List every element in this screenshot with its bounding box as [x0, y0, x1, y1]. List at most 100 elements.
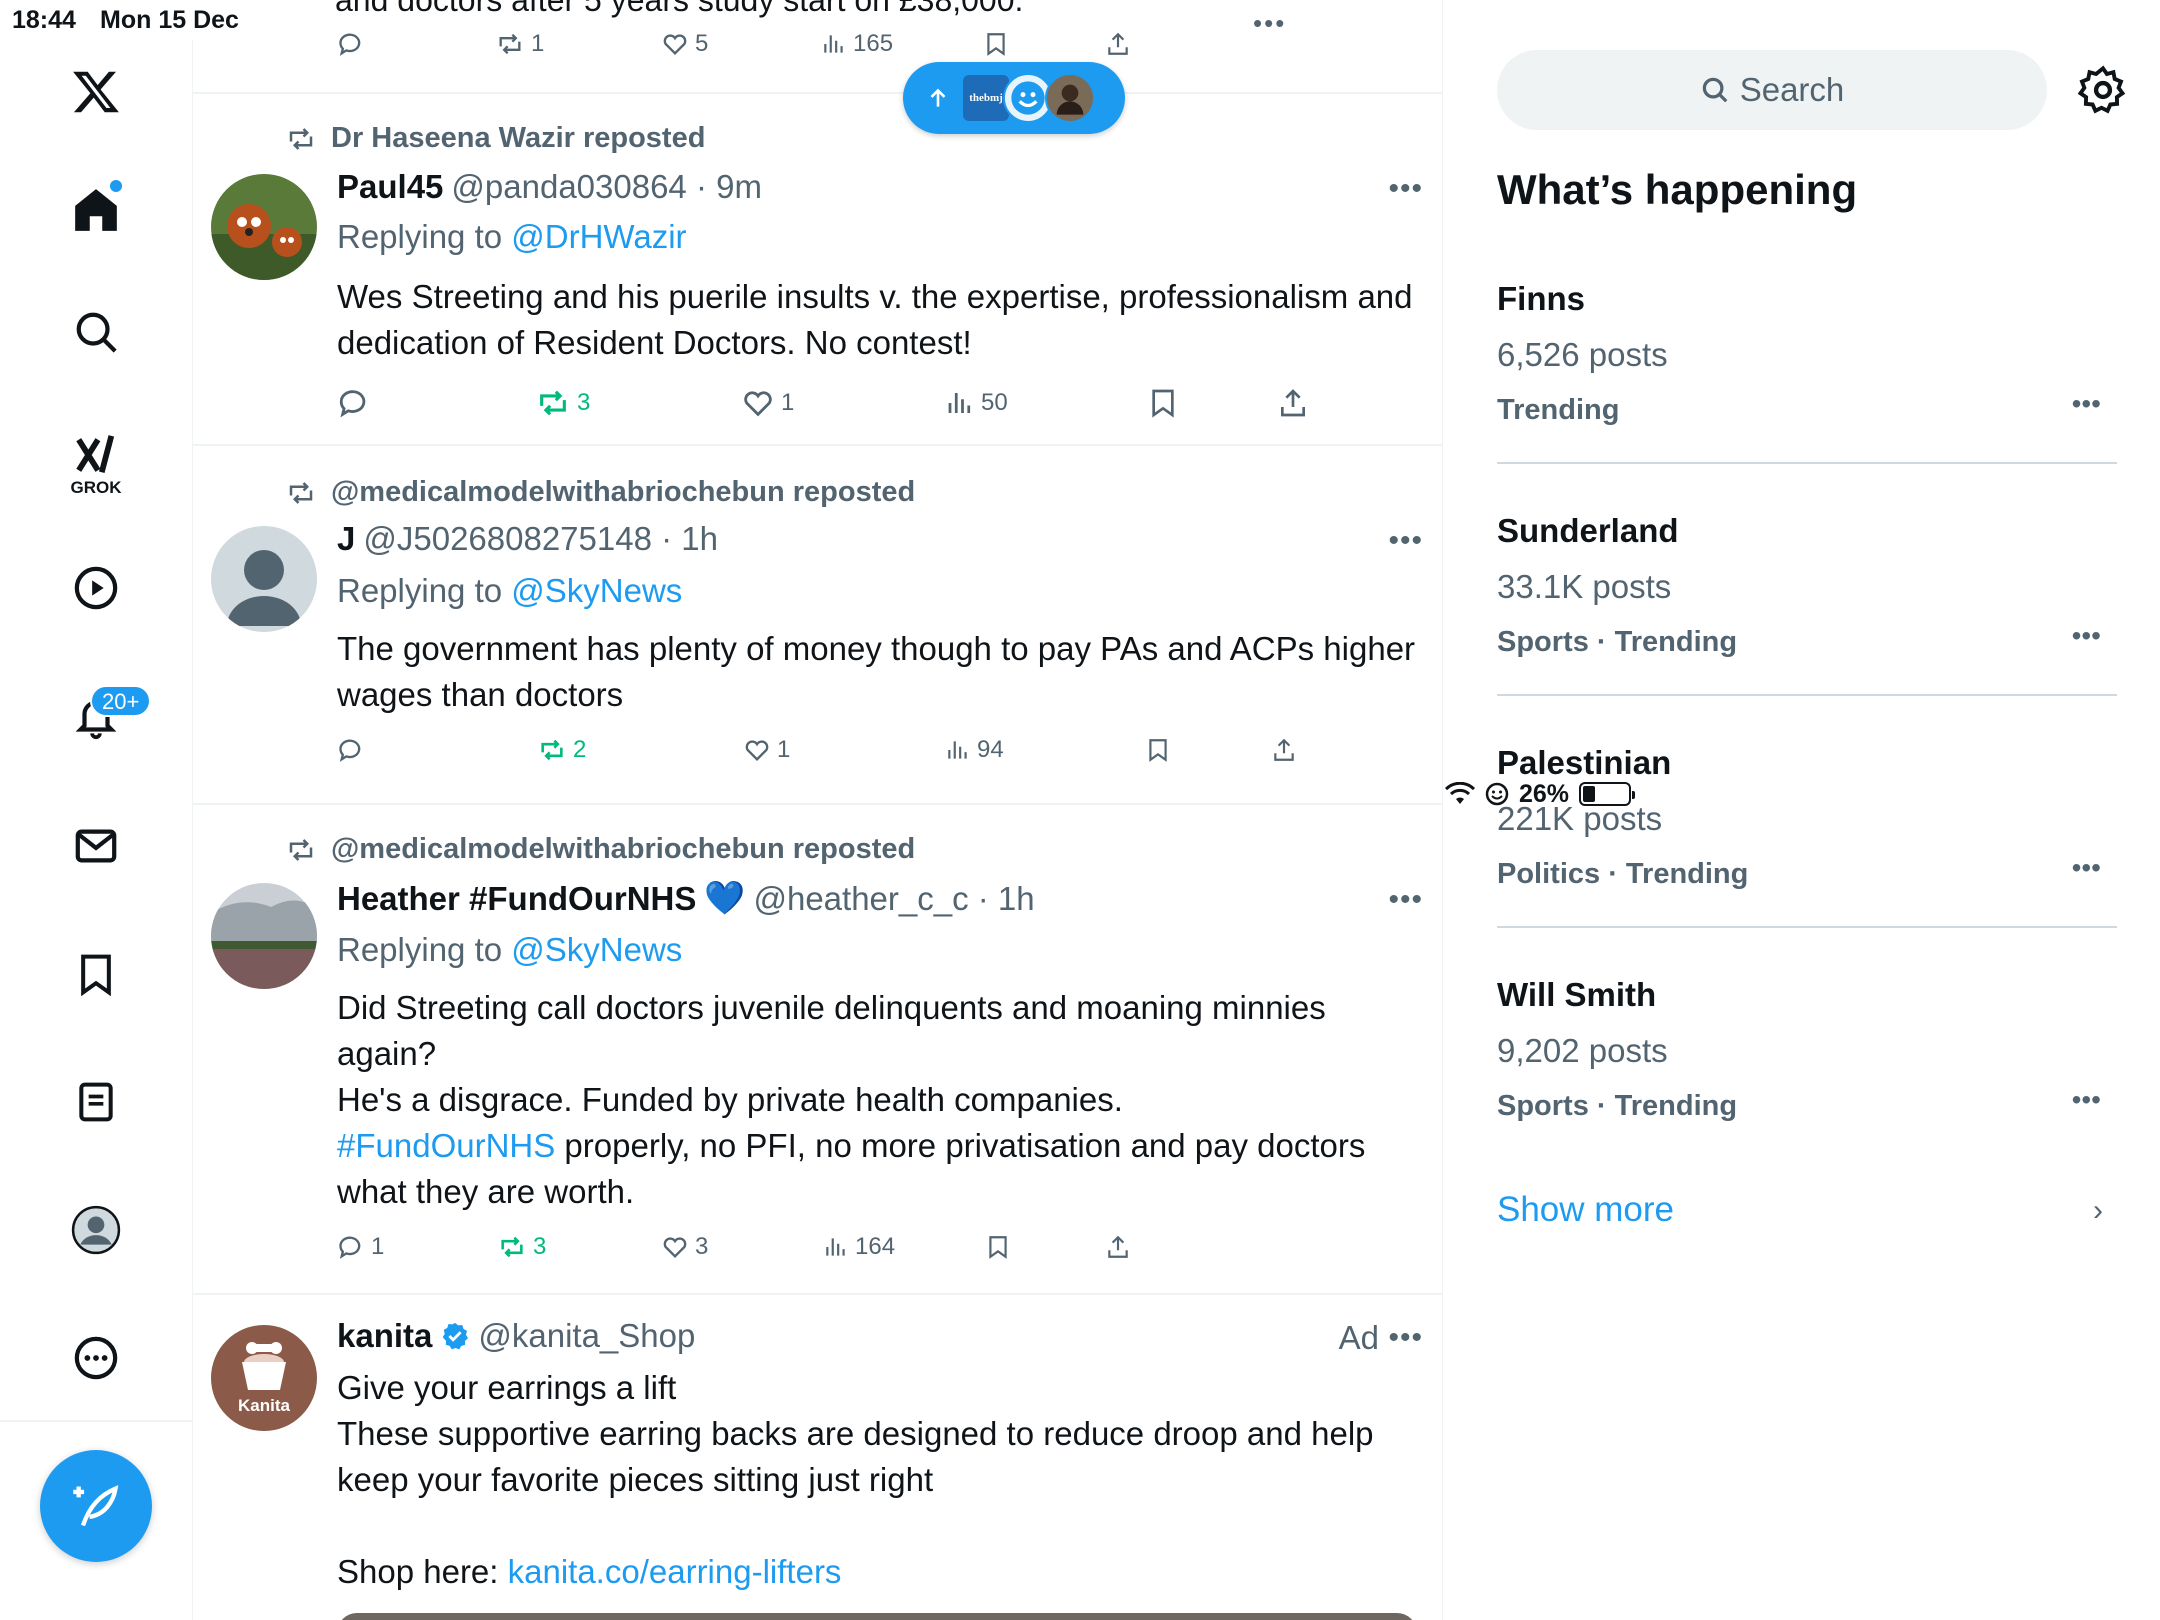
reply-button[interactable]	[337, 736, 371, 764]
trend-item[interactable]: Sunderland 33.1K posts Sports · Trending…	[1497, 512, 2117, 696]
profile-avatar-icon[interactable]	[66, 1200, 126, 1260]
trend-item[interactable]: Palestinian 221K posts Politics · Trendi…	[1497, 744, 2117, 928]
ad-post-card[interactable]: Kanita kanita @kanita_Shop Ad ••• Give y…	[193, 1295, 1442, 1620]
reposted-by-label: @medicalmodelwithabriochebun reposted	[331, 833, 916, 865]
replying-to: Replying to @SkyNews	[337, 931, 682, 969]
post-more-icon[interactable]: •••	[1388, 883, 1423, 917]
reply-button[interactable]	[337, 386, 377, 420]
trend-more-icon[interactable]: •••	[2072, 852, 2101, 884]
home-icon[interactable]	[66, 180, 126, 240]
shop-link[interactable]: kanita.co/earring-lifters	[508, 1553, 842, 1590]
repost-button[interactable]: 3	[535, 386, 590, 420]
show-more-link[interactable]: Show more	[1497, 1190, 1674, 1230]
views-button[interactable]: 94	[945, 736, 1004, 764]
nav-divider	[0, 1420, 193, 1422]
author-handle-time[interactable]: @heather_c_c · 1h	[753, 880, 1034, 918]
trend-more-icon[interactable]: •••	[2072, 388, 2101, 420]
reply-button[interactable]: 1	[337, 1233, 384, 1261]
compose-post-button[interactable]	[40, 1450, 152, 1562]
whats-happening-title: What’s happening	[1497, 166, 1858, 213]
grok-icon[interactable]: GROK	[66, 420, 126, 510]
trend-item[interactable]: Will Smith 9,202 posts Sports · Trending…	[1497, 976, 2117, 1160]
author-handle-time[interactable]: @J5026808275148 · 1h	[363, 520, 718, 558]
like-button[interactable]: 1	[743, 736, 790, 764]
home-unread-dot	[110, 180, 122, 192]
author-handle[interactable]: @kanita_Shop	[478, 1317, 695, 1355]
verified-badge-icon	[443, 1322, 469, 1350]
settings-gear-icon[interactable]	[2077, 64, 2129, 116]
x-logo-icon[interactable]	[66, 62, 126, 122]
author-handle-time[interactable]: @panda030864 · 9m	[451, 168, 762, 206]
views-button[interactable]: 165	[821, 30, 893, 58]
replying-to-handle[interactable]: @SkyNews	[511, 572, 682, 609]
repost-button[interactable]: 3	[497, 1233, 546, 1261]
author-name[interactable]: J	[337, 520, 355, 558]
like-heart-icon	[663, 34, 687, 55]
notifications-badge: 20+	[90, 685, 152, 717]
ad-avatar-label: Kanita	[238, 1396, 290, 1415]
explore-search-icon[interactable]	[66, 302, 126, 362]
post-card[interactable]: @medicalmodelwithabriochebun reposted He…	[193, 805, 1442, 1293]
reply-button[interactable]	[337, 30, 371, 58]
search-icon	[1702, 77, 1728, 103]
post-card[interactable]: Dr Haseena Wazir reposted Paul45 @panda0…	[193, 92, 1442, 446]
like-button[interactable]: 1	[741, 386, 794, 420]
views-button[interactable]: 50	[945, 386, 1008, 420]
share-button[interactable]	[1277, 386, 1309, 420]
ad-headline: Give your earrings a lift	[337, 1369, 677, 1406]
trend-divider	[1497, 462, 2117, 464]
ad-avatar[interactable]: Kanita	[211, 1325, 317, 1431]
trend-more-icon[interactable]: •••	[2072, 620, 2101, 652]
more-options-icon[interactable]	[66, 1328, 126, 1388]
views-button[interactable]: 164	[823, 1233, 895, 1261]
share-button[interactable]	[1105, 30, 1131, 58]
post-more-icon[interactable]: •••	[1388, 524, 1423, 558]
bookmark-button[interactable]	[985, 1233, 1011, 1261]
author-name[interactable]: Heather #FundOurNHS	[337, 880, 696, 918]
avatar[interactable]	[211, 883, 317, 989]
replying-prefix: Replying to	[337, 218, 512, 255]
repost-small-icon	[289, 481, 313, 504]
repost-button[interactable]: 1	[495, 30, 544, 58]
grok-label: GROK	[70, 478, 122, 497]
replying-to-handle[interactable]: @DrHWazir	[511, 218, 686, 255]
reply-icon	[339, 739, 361, 762]
post-text-line: Did Streeting call doctors juvenile deli…	[337, 989, 1326, 1072]
author-name[interactable]: kanita	[337, 1317, 432, 1355]
author-name[interactable]: Paul45	[337, 168, 443, 206]
ad-shop-line: Shop here: kanita.co/earring-lifters	[337, 1549, 1417, 1595]
bookmark-icon	[1152, 389, 1174, 418]
post-actions: 1 3 3 164	[193, 1233, 1442, 1273]
avatar[interactable]	[211, 174, 317, 280]
avatar[interactable]	[211, 526, 317, 632]
video-play-icon[interactable]	[66, 558, 126, 618]
share-button[interactable]	[1271, 736, 1297, 764]
post-card[interactable]: @medicalmodelwithabriochebun reposted J …	[193, 446, 1442, 804]
like-button[interactable]: 3	[661, 1233, 708, 1261]
trend-item[interactable]: Finns 6,526 posts Trending •••	[1497, 280, 2117, 464]
bookmark-button[interactable]	[1145, 736, 1171, 764]
repost-count: 3	[533, 1233, 547, 1260]
post-more-icon[interactable]: •••	[1388, 1321, 1423, 1355]
share-button[interactable]	[1105, 1233, 1131, 1261]
views-count: 94	[977, 736, 1004, 763]
repost-small-icon	[289, 838, 313, 861]
messages-envelope-icon[interactable]	[66, 816, 126, 876]
replying-to-handle[interactable]: @SkyNews	[511, 931, 682, 968]
lists-icon[interactable]	[66, 1072, 126, 1132]
trend-more-icon[interactable]: •••	[2072, 1084, 2101, 1116]
search-box[interactable]: Search	[1497, 50, 2047, 130]
hashtag-link[interactable]: #FundOurNHS	[337, 1127, 555, 1164]
views-chart-icon	[826, 1238, 845, 1256]
ad-media[interactable]	[337, 1613, 1417, 1620]
post-more-icon[interactable]: •••	[1388, 172, 1423, 206]
repost-button[interactable]: 2	[537, 736, 586, 764]
reposted-by: @medicalmodelwithabriochebun reposted	[285, 476, 915, 509]
bookmark-button[interactable]	[983, 30, 1009, 58]
bookmarks-icon[interactable]	[66, 944, 126, 1004]
repost-icon	[499, 33, 521, 55]
like-count: 1	[781, 389, 795, 416]
bookmark-button[interactable]	[1147, 386, 1179, 420]
like-button[interactable]: 5	[661, 30, 708, 58]
